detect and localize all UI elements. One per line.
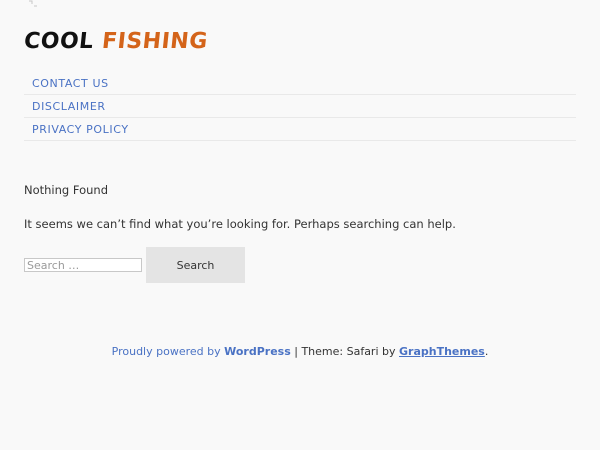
main-nav: CONTACT US DISCLAIMER PRIVACY POLICY <box>24 72 576 141</box>
corner-glyph-icon <box>29 0 37 7</box>
nav-item-contact-us: CONTACT US <box>24 72 576 95</box>
search-button[interactable]: Search <box>146 247 245 283</box>
nav-item-disclaimer: DISCLAIMER <box>24 95 576 118</box>
nav-link-privacy-policy[interactable]: PRIVACY POLICY <box>32 123 129 136</box>
logo-word-fishing: FISHING <box>100 29 209 54</box>
main-content: Nothing Found It seems we can’t find wha… <box>24 182 576 232</box>
footer-suffix: . <box>484 345 489 358</box>
logo-word-cool: COOL <box>22 29 95 54</box>
search-input[interactable] <box>24 258 142 272</box>
nav-link-disclaimer[interactable]: DISCLAIMER <box>32 100 106 113</box>
nav-link-contact-us[interactable]: CONTACT US <box>32 77 109 90</box>
site-footer: Proudly powered by WordPress | Theme: Sa… <box>0 345 600 359</box>
powered-by-link[interactable]: Proudly powered by WordPress <box>112 345 291 358</box>
page: COOL FISHING CONTACT US DISCLAIMER PRIVA… <box>0 0 600 450</box>
site-logo[interactable]: COOL FISHING <box>22 28 209 56</box>
search-form: Search <box>24 247 245 283</box>
page-title: Nothing Found <box>24 183 108 197</box>
powered-prefix: Proudly powered by <box>111 345 225 358</box>
theme-author-link[interactable]: GraphThemes <box>399 345 485 358</box>
nav-item-privacy-policy: PRIVACY POLICY <box>24 118 576 141</box>
footer-separator: | Theme: Safari by <box>290 345 399 358</box>
wordpress-link-text: WordPress <box>224 345 291 358</box>
not-found-message: It seems we can’t find what you’re looki… <box>24 217 456 231</box>
